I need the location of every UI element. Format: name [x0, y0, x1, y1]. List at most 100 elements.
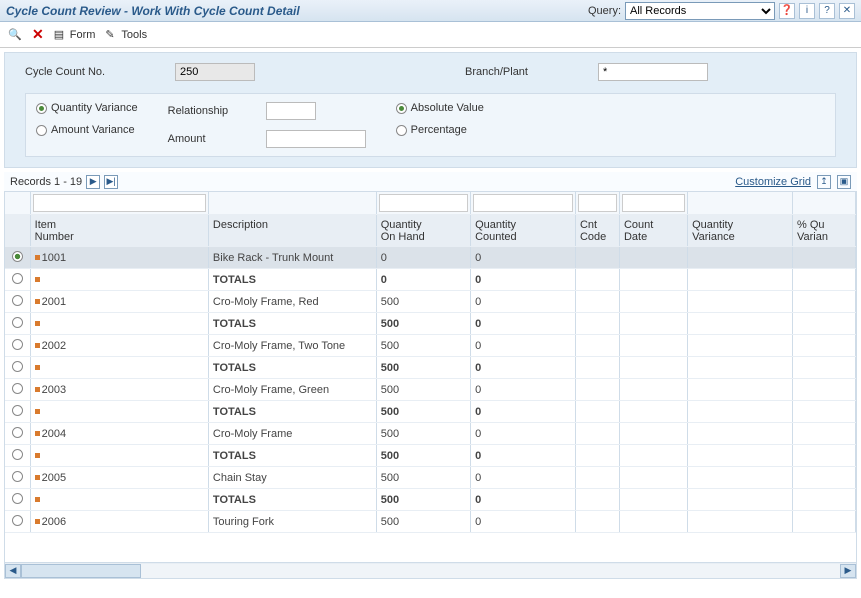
- cell-cdate: [619, 313, 687, 335]
- filter-qc[interactable]: [473, 194, 573, 212]
- page-title: Cycle Count Review - Work With Cycle Cou…: [6, 4, 300, 18]
- cell-cnt: [575, 269, 619, 291]
- cell-desc: Cro-Moly Frame, Two Tone: [208, 335, 376, 357]
- cell-pqvar: [792, 489, 855, 511]
- row-select-radio[interactable]: [12, 339, 23, 350]
- col-qc[interactable]: QuantityCounted: [471, 215, 576, 247]
- table-row[interactable]: 2002Cro-Moly Frame, Two Tone5000: [5, 335, 856, 357]
- absolute-radio[interactable]: Absolute Value: [396, 102, 484, 114]
- col-qoh[interactable]: QuantityOn Hand: [376, 215, 470, 247]
- hscroll-thumb[interactable]: [21, 564, 141, 578]
- col-select[interactable]: [5, 215, 30, 247]
- cell-qvar: [688, 401, 793, 423]
- col-qvar[interactable]: QuantityVariance: [688, 215, 793, 247]
- query-select[interactable]: All Records: [625, 2, 775, 20]
- row-select-radio[interactable]: [12, 273, 23, 284]
- table-row[interactable]: TOTALS5000: [5, 357, 856, 379]
- row-select-radio[interactable]: [12, 405, 23, 416]
- cell-qc: 0: [471, 335, 576, 357]
- col-pqvar[interactable]: % QuVarian: [792, 215, 855, 247]
- cell-desc: Bike Rack - Trunk Mount: [208, 247, 376, 269]
- cycle-count-input[interactable]: [175, 63, 255, 81]
- filter-cnt[interactable]: [578, 194, 617, 212]
- row-select-radio[interactable]: [12, 317, 23, 328]
- cell-desc: Cro-Moly Frame, Red: [208, 291, 376, 313]
- cell-item: [30, 489, 208, 511]
- next-page-button[interactable]: ▶: [86, 175, 100, 189]
- hscroll-right[interactable]: ▶: [840, 564, 856, 578]
- query-save-icon[interactable]: ❓: [779, 3, 795, 19]
- cell-pqvar: [792, 291, 855, 313]
- delete-button[interactable]: ✕: [32, 26, 44, 43]
- cell-item: [30, 313, 208, 335]
- table-row[interactable]: TOTALS5000: [5, 445, 856, 467]
- cell-pqvar: [792, 511, 855, 533]
- hscroll-left[interactable]: ◀: [5, 564, 21, 578]
- cell-item: [30, 357, 208, 379]
- table-row[interactable]: 2006Touring Fork5000: [5, 511, 856, 533]
- qty-variance-radio[interactable]: Quantity Variance: [36, 102, 138, 114]
- branch-label: Branch/Plant: [465, 66, 528, 78]
- item-marker-icon: [35, 343, 40, 348]
- hscroll-track[interactable]: [21, 564, 840, 578]
- export-icon[interactable]: ↥: [817, 175, 831, 189]
- filter-item[interactable]: [33, 194, 206, 212]
- table-row[interactable]: TOTALS5000: [5, 401, 856, 423]
- info-icon[interactable]: i: [799, 3, 815, 19]
- table-row[interactable]: 2003Cro-Moly Frame, Green5000: [5, 379, 856, 401]
- table-row[interactable]: TOTALS5000: [5, 313, 856, 335]
- cell-qc: 0: [471, 247, 576, 269]
- cell-desc: TOTALS: [208, 313, 376, 335]
- expand-icon[interactable]: ▣: [837, 175, 851, 189]
- item-marker-icon: [35, 321, 40, 326]
- cell-qvar: [688, 269, 793, 291]
- row-select-radio[interactable]: [12, 361, 23, 372]
- branch-input[interactable]: [598, 63, 708, 81]
- table-row[interactable]: TOTALS00: [5, 269, 856, 291]
- cell-qoh: 500: [376, 511, 470, 533]
- col-item[interactable]: ItemNumber: [30, 215, 208, 247]
- amount-input[interactable]: [266, 130, 366, 148]
- row-select-radio[interactable]: [12, 383, 23, 394]
- cell-item: [30, 445, 208, 467]
- cell-qoh: 500: [376, 357, 470, 379]
- help-icon[interactable]: ?: [819, 3, 835, 19]
- table-row[interactable]: 2005Chain Stay5000: [5, 467, 856, 489]
- cell-qoh: 500: [376, 445, 470, 467]
- last-page-button[interactable]: ▶|: [104, 175, 118, 189]
- col-cnt[interactable]: CntCode: [575, 215, 619, 247]
- customize-grid-link[interactable]: Customize Grid: [735, 176, 811, 188]
- tools-button[interactable]: ✎ Tools: [105, 28, 147, 42]
- row-select-radio[interactable]: [12, 449, 23, 460]
- cell-qvar: [688, 511, 793, 533]
- grid-toolbar: Records 1 - 19 ▶ ▶| Customize Grid ↥ ▣: [4, 172, 857, 192]
- row-select-radio[interactable]: [12, 471, 23, 482]
- row-select-radio[interactable]: [12, 427, 23, 438]
- row-select-radio[interactable]: [12, 295, 23, 306]
- item-marker-icon: [35, 519, 40, 524]
- cell-qvar: [688, 313, 793, 335]
- find-button[interactable]: 🔍: [8, 28, 22, 42]
- relationship-input[interactable]: [266, 102, 316, 120]
- item-marker-icon: [35, 453, 40, 458]
- col-desc[interactable]: Description: [208, 215, 376, 247]
- table-row[interactable]: 1001Bike Rack - Trunk Mount00: [5, 247, 856, 269]
- row-select-radio[interactable]: [12, 493, 23, 504]
- filter-qoh[interactable]: [379, 194, 468, 212]
- grid-scroll[interactable]: ItemNumber Description QuantityOn Hand Q…: [5, 192, 856, 562]
- row-select-radio[interactable]: [12, 251, 23, 262]
- filter-cdate[interactable]: [622, 194, 685, 212]
- cell-cdate: [619, 291, 687, 313]
- cell-cdate: [619, 335, 687, 357]
- row-select-radio[interactable]: [12, 515, 23, 526]
- percentage-radio[interactable]: Percentage: [396, 124, 484, 136]
- table-row[interactable]: TOTALS5000: [5, 489, 856, 511]
- value-type-col: Absolute Value Percentage: [396, 102, 484, 148]
- close-icon[interactable]: ✕: [839, 3, 855, 19]
- form-button[interactable]: ▤ Form: [54, 28, 96, 42]
- amt-variance-radio[interactable]: Amount Variance: [36, 124, 138, 136]
- table-row[interactable]: 2004Cro-Moly Frame5000: [5, 423, 856, 445]
- cell-pqvar: [792, 401, 855, 423]
- table-row[interactable]: 2001Cro-Moly Frame, Red5000: [5, 291, 856, 313]
- col-cdate[interactable]: CountDate: [619, 215, 687, 247]
